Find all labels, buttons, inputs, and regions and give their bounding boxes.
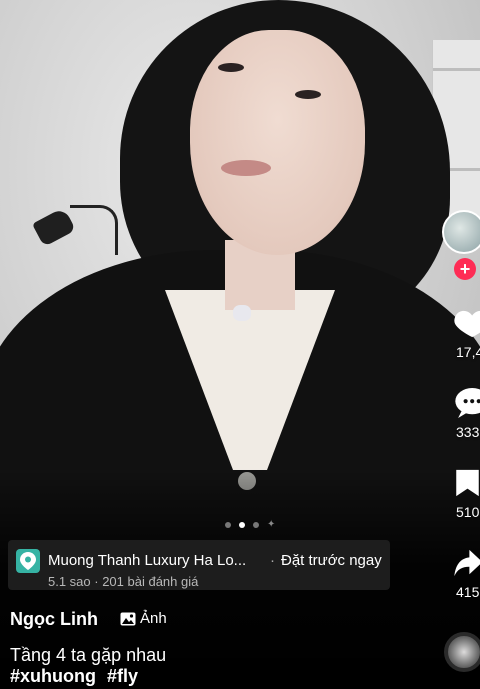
comment-button[interactable]: 333 <box>440 388 480 440</box>
photo-eye-left <box>218 63 244 72</box>
carousel-dot[interactable] <box>253 522 259 528</box>
hashtag-link[interactable]: #xuhuong <box>10 666 96 686</box>
comment-icon <box>455 388 480 418</box>
bookmark-icon <box>456 469 479 497</box>
post-caption: Tầng 4 ta gặp nhau <box>10 645 167 665</box>
photo-lamp-arm <box>70 205 118 255</box>
photo-lips <box>221 160 271 176</box>
carousel-indicator: ✦ <box>225 519 276 530</box>
creator-avatar[interactable] <box>442 210 480 254</box>
book-now-label: Đặt trước ngay <box>281 552 382 569</box>
share-arrow-icon <box>454 549 480 577</box>
photo-pendant <box>233 305 251 321</box>
location-rating: 5.1 sao · 201 bài đánh giá <box>48 574 199 589</box>
photo-badge-label: Ảnh <box>140 610 167 627</box>
share-button[interactable]: 415 <box>440 548 480 600</box>
follow-button[interactable]: + <box>454 258 476 280</box>
photo-face <box>190 30 365 255</box>
location-pin-icon <box>16 549 40 573</box>
username[interactable]: Ngọc Linh <box>10 609 98 630</box>
music-disc[interactable] <box>444 632 480 672</box>
save-button[interactable]: 510 <box>440 468 480 520</box>
location-name[interactable]: Muong Thanh Luxury Ha Lo... <box>48 552 246 569</box>
location-card[interactable]: Muong Thanh Luxury Ha Lo... · Đặt trước n… <box>8 540 390 590</box>
hashtag-list: #xuhuong #fly <box>10 666 144 687</box>
like-count: 17,4 <box>456 344 480 360</box>
comment-count: 333 <box>456 424 480 440</box>
like-button[interactable]: 17,4 <box>440 308 480 360</box>
carousel-dot-active[interactable] <box>239 522 245 528</box>
save-count: 510 <box>456 504 480 520</box>
hashtag-link[interactable]: #fly <box>107 666 138 686</box>
photo-mode-badge: Ảnh <box>120 610 167 627</box>
carousel-dot[interactable] <box>225 522 231 528</box>
share-count: 415 <box>456 584 480 600</box>
book-now-link[interactable]: · Đặt trước ngay <box>270 552 382 569</box>
sparkle-icon: ✦ <box>267 519 276 530</box>
image-icon <box>120 612 136 625</box>
separator-dot: · <box>270 552 275 569</box>
photo-eye-right <box>295 90 321 99</box>
heart-icon <box>454 310 480 338</box>
